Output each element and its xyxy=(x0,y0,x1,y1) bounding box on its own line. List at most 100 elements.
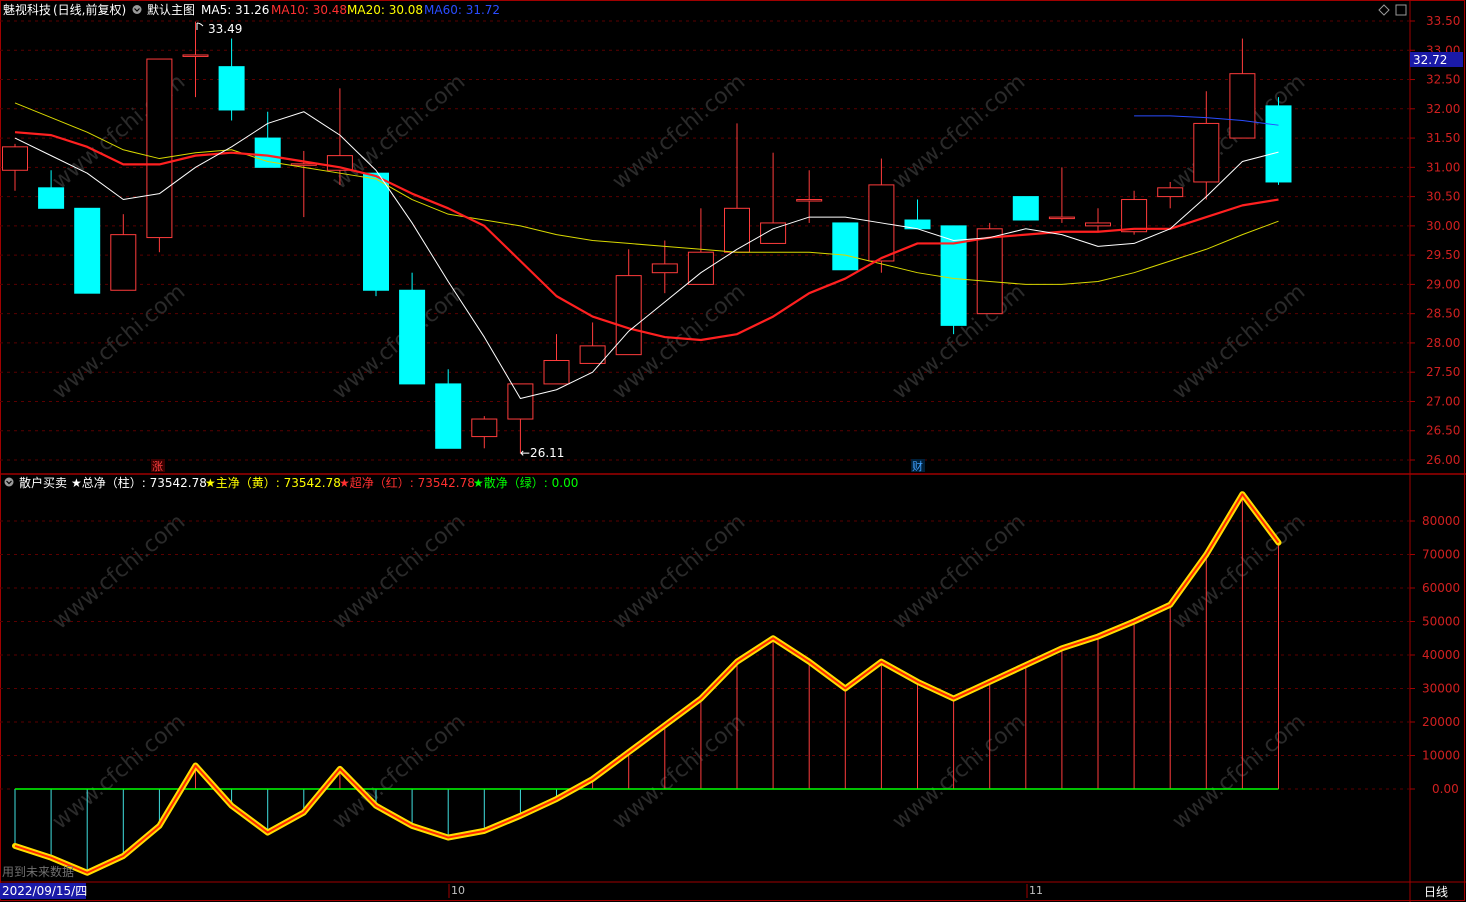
candle-body xyxy=(290,163,317,166)
template-label[interactable]: 默认主图 xyxy=(147,2,195,17)
indicator-tick-label: 0.00 xyxy=(1432,782,1459,796)
price-tick-label: 26.00 xyxy=(1426,453,1460,467)
marker-zhang[interactable]: 涨 xyxy=(152,460,163,473)
candle-body xyxy=(1193,122,1220,183)
super-net-line xyxy=(14,493,1280,874)
candle xyxy=(760,152,787,244)
indicator-tick-label: 40000 xyxy=(1422,648,1460,662)
annotations: 33.49 ←26.11 32.72 涨 财 xyxy=(151,22,1463,473)
ma20-line xyxy=(14,102,1279,285)
candle-body xyxy=(1229,73,1256,139)
candle xyxy=(651,240,678,294)
restore-icon[interactable] xyxy=(1395,4,1407,16)
ma10-label: MA10: 30.48 xyxy=(271,3,347,17)
main-net-line xyxy=(12,491,1282,876)
candle xyxy=(146,58,173,253)
price-tick-label: 27.50 xyxy=(1426,365,1460,379)
diamond-icon[interactable] xyxy=(1378,4,1390,16)
candle-body xyxy=(182,54,209,57)
header-controls xyxy=(1378,4,1407,16)
indicator-bars xyxy=(14,494,1279,873)
candle-body xyxy=(1157,187,1184,198)
high-arrow-icon xyxy=(196,22,204,30)
indicator-dropdown-icon[interactable] xyxy=(4,477,14,487)
candle-body xyxy=(724,207,750,253)
candle xyxy=(471,416,498,449)
candle-body xyxy=(38,187,65,209)
candle-body xyxy=(579,345,606,364)
indicator-name[interactable]: 散户买卖 xyxy=(19,475,67,490)
indicator-tick-label: 10000 xyxy=(1422,749,1460,763)
candle-body xyxy=(399,289,426,385)
candle-body xyxy=(1121,199,1148,233)
candle-body xyxy=(1012,196,1039,221)
ma60-label: MA60: 31.72 xyxy=(424,3,500,17)
watermark-text: www.cfchi.com xyxy=(888,509,1030,634)
price-tick-label: 31.50 xyxy=(1426,131,1460,145)
candle xyxy=(724,123,750,253)
indicator-main: ★主净（黄）: 73542.78 xyxy=(205,476,341,490)
cursor-date: 2022/09/15/四 xyxy=(2,884,87,898)
price-tick-label: 26.50 xyxy=(1426,424,1460,438)
chart-canvas[interactable]: www.cfchi.com www.cfchi.com www.cfchi.com w… xyxy=(0,0,1466,902)
price-tick-label: 32.00 xyxy=(1426,102,1460,116)
candle-body xyxy=(110,234,137,291)
indicator-tick-label: 30000 xyxy=(1422,682,1460,696)
indicator-tick-label: 70000 xyxy=(1422,548,1460,562)
candle-body xyxy=(1048,216,1075,220)
indicator-tick-label: 80000 xyxy=(1422,514,1460,528)
candle-body xyxy=(507,383,534,420)
candle xyxy=(832,222,859,271)
month-label-10: 10 xyxy=(451,884,465,897)
candle xyxy=(435,369,462,449)
price-tick-label: 30.50 xyxy=(1426,190,1460,204)
candle-body xyxy=(146,58,173,239)
candle-body xyxy=(1085,222,1111,227)
watermark-text: www.cfchi.com xyxy=(328,509,470,634)
watermark-layer: www.cfchi.com www.cfchi.com www.cfchi.com w… xyxy=(48,69,1310,834)
candle-body xyxy=(976,228,1003,315)
watermark-text: www.cfchi.com xyxy=(608,509,750,634)
candle-body xyxy=(471,418,498,438)
ma20-label: MA20: 30.08 xyxy=(347,3,423,17)
indicator-tick-label: 50000 xyxy=(1422,615,1460,629)
candle xyxy=(1048,167,1075,223)
candle-body xyxy=(74,207,101,294)
indicator-tick-label: 60000 xyxy=(1422,581,1460,595)
price-tick-label: 29.00 xyxy=(1426,277,1460,291)
candle xyxy=(2,143,28,191)
indicator-total: ★总净（柱）: 73542.78 xyxy=(71,475,207,490)
price-tag: 32.72 xyxy=(1413,53,1447,67)
candle-body xyxy=(651,263,678,274)
candle-body xyxy=(2,146,28,171)
high-label: 33.49 xyxy=(208,22,242,36)
watermark-text: www.cfchi.com xyxy=(888,709,1030,834)
candle-body xyxy=(832,222,859,271)
price-tick-label: 33.50 xyxy=(1426,14,1460,28)
candle xyxy=(399,272,426,385)
candle xyxy=(218,38,245,121)
period-button[interactable]: 日线 xyxy=(1424,885,1448,899)
candle xyxy=(1193,91,1220,200)
candle xyxy=(615,249,642,356)
month-label-11: 11 xyxy=(1029,884,1043,897)
candle-body xyxy=(218,66,245,111)
main-header: 魅视科技 (日线,前复权) 默认主图 MA5: 31.26 MA10: 30.4… xyxy=(3,2,500,17)
watermark-text: www.cfchi.com xyxy=(1168,509,1310,634)
candle xyxy=(1229,38,1256,139)
candle xyxy=(363,172,389,297)
candle-body xyxy=(435,383,462,449)
indicator-axis: 80000 70000 60000 50000 40000 30000 20000 10000… xyxy=(1410,514,1460,796)
watermark-text: www.cfchi.com xyxy=(328,69,470,194)
future-data-note: 用到未来数据 xyxy=(2,864,74,879)
price-tick-label: 29.50 xyxy=(1426,248,1460,262)
candle-body xyxy=(363,172,389,291)
stock-name[interactable]: 魅视科技 xyxy=(3,2,51,17)
candle xyxy=(1085,208,1111,232)
candle xyxy=(507,383,534,454)
candle-body xyxy=(1265,105,1292,183)
ma5-label: MA5: 31.26 xyxy=(201,3,269,17)
template-dropdown-icon[interactable] xyxy=(132,5,142,14)
marker-cai[interactable]: 财 xyxy=(912,459,923,473)
price-tick-label: 32.50 xyxy=(1426,73,1460,87)
